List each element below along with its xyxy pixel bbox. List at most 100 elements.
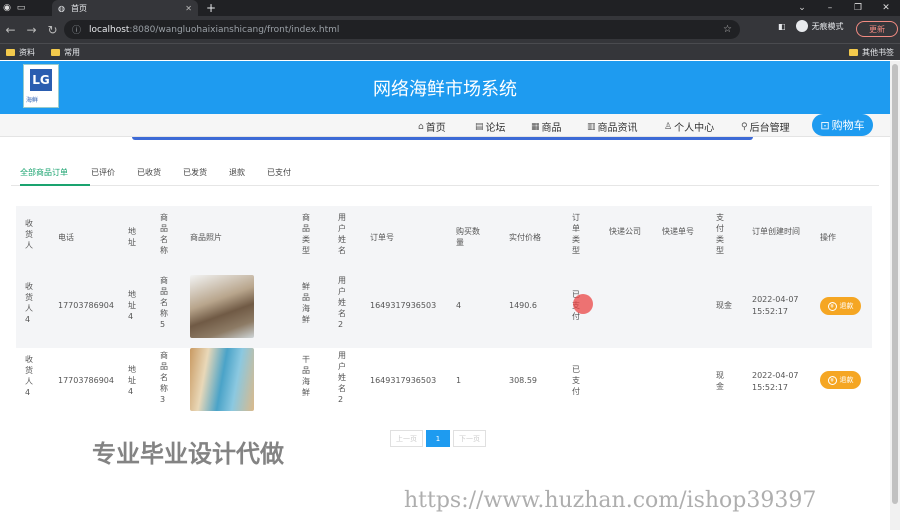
- table-row[interactable]: 收货人4 17703786904 地址4 商品名称3 干品海鲜 用户姓名2 16…: [16, 348, 872, 420]
- scrollbar-thumb[interactable]: [892, 64, 898, 504]
- cell-receiver: 收货人4: [25, 282, 33, 324]
- home-icon: ⌂: [418, 121, 424, 132]
- refund-button[interactable]: ¥ 退款: [820, 297, 861, 315]
- refund-icon: ¥: [827, 301, 837, 311]
- close-window-icon[interactable]: ✕: [872, 0, 900, 16]
- cell-created-time: 15:52:17: [752, 307, 788, 316]
- table-header-row: 收货人 电话 地址 商品名称 商品照片 商品类型 用户姓名 订单号 购买数量 实…: [16, 206, 872, 269]
- cart-button[interactable]: ⊡ 购物车: [812, 114, 873, 136]
- col-header: 订单创建时间: [752, 227, 800, 236]
- nav-home[interactable]: ⌂ 首页: [418, 119, 446, 135]
- cart-label: 购物车: [831, 119, 865, 132]
- tab-shipped[interactable]: 已发货: [183, 167, 207, 178]
- bookmark-folder-1[interactable]: 资料: [6, 47, 35, 58]
- tab-all-orders[interactable]: 全部商品订单: [20, 167, 68, 178]
- nav-admin[interactable]: ⚲ 后台管理: [741, 119, 790, 135]
- cell-qty: 1: [456, 376, 462, 385]
- refund-button[interactable]: ¥ 退款: [820, 371, 861, 389]
- table-row[interactable]: 收货人4 17703786904 地址4 商品名称5 鲜品海鲜 用户姓名2 16…: [16, 269, 872, 348]
- globe-icon: ◍: [58, 3, 65, 13]
- nav-label: 后台管理: [749, 123, 790, 134]
- mouse-cursor-highlight: [573, 294, 593, 314]
- cell-pay-type: 现金: [716, 301, 732, 310]
- tab-paid[interactable]: 已支付: [267, 167, 291, 178]
- cart-icon: ⊡: [820, 118, 830, 132]
- bookmark-label: 常用: [64, 47, 80, 57]
- cell-qty: 4: [456, 301, 462, 310]
- order-tabs: 全部商品订单 已评价 已收货 已发货 退款 已支付: [11, 163, 879, 186]
- folder-icon: [6, 48, 15, 56]
- tab-received[interactable]: 已收货: [137, 167, 161, 178]
- col-header: 操作: [820, 233, 836, 242]
- cell-type: 干品海鲜: [302, 355, 310, 397]
- col-header: 电话: [58, 233, 74, 242]
- reload-icon[interactable]: ↻: [42, 23, 63, 37]
- col-header: 用户姓名: [338, 213, 346, 255]
- col-header: 订单类型: [572, 213, 580, 255]
- col-header: 实付价格: [509, 233, 541, 242]
- browser-menu-icon[interactable]: ◉: [0, 0, 14, 16]
- cell-user: 用户姓名2: [338, 276, 346, 329]
- cell-type: 鲜品海鲜: [302, 282, 310, 324]
- tab-title: 首页: [70, 3, 87, 13]
- nav-forum[interactable]: ▤ 论坛: [475, 119, 506, 135]
- update-button[interactable]: 更新: [856, 21, 898, 37]
- col-header: 商品类型: [302, 213, 310, 255]
- nav-label: 个人中心: [674, 123, 715, 134]
- address-bar-row: ← → ↻ ⓘ localhost:8080/wangluohaixianshi…: [0, 16, 900, 43]
- other-bookmarks[interactable]: 其他书签: [849, 47, 894, 58]
- nav-products[interactable]: ▦ 商品: [531, 119, 562, 135]
- new-tab-icon[interactable]: +: [206, 0, 216, 16]
- nav-label: 首页: [425, 123, 446, 134]
- prev-page-button[interactable]: 上一页: [390, 430, 423, 447]
- incognito-label: 无痕模式: [811, 21, 844, 31]
- incognito-indicator[interactable]: 无痕模式: [795, 20, 844, 32]
- tab-search-icon[interactable]: ⌄: [788, 0, 816, 16]
- site-info-icon[interactable]: ⓘ: [72, 23, 81, 36]
- bookmark-star-icon[interactable]: ☆: [723, 24, 732, 35]
- nav-news[interactable]: ▥ 商品资讯: [587, 119, 638, 135]
- pagination: 上一页 1 下一页: [390, 430, 489, 447]
- col-header: 地址: [128, 227, 136, 247]
- cell-order-no: 1649317936503: [370, 301, 437, 310]
- col-header: 快递公司: [609, 227, 641, 236]
- bookmark-label: 资料: [19, 47, 35, 57]
- refund-label: 退款: [839, 376, 854, 384]
- cell-product: 商品名称5: [160, 276, 168, 329]
- col-header: 商品名称: [160, 213, 168, 255]
- page-number-button[interactable]: 1: [426, 430, 450, 447]
- url-field[interactable]: ⓘ localhost:8080/wangluohaixianshicang/f…: [64, 20, 740, 39]
- product-photo[interactable]: [190, 348, 254, 411]
- bookmark-folder-2[interactable]: 常用: [51, 47, 80, 58]
- toolbar-right: ◧ 无痕模式: [778, 20, 844, 32]
- minimize-icon[interactable]: –: [816, 0, 844, 16]
- window-controls: ⌄ – ❐ ✕: [788, 0, 900, 16]
- product-photo[interactable]: [190, 275, 254, 338]
- nav-label: 商品: [541, 123, 562, 134]
- tab-reviewed[interactable]: 已评价: [91, 167, 115, 178]
- url-watermark: https://www.huzhan.com/ishop39397: [404, 488, 817, 513]
- grid-icon: ▦: [531, 121, 540, 132]
- col-header: 订单号: [370, 233, 394, 242]
- close-tab-icon[interactable]: ✕: [185, 4, 192, 13]
- restore-icon[interactable]: ❐: [844, 0, 872, 16]
- cell-created-time: 15:52:17: [752, 383, 788, 392]
- nav-user-center[interactable]: ♙ 个人中心: [664, 119, 715, 135]
- link-icon: ⚲: [741, 121, 748, 132]
- tab-list-icon[interactable]: ▭: [14, 0, 28, 16]
- next-page-button[interactable]: 下一页: [453, 430, 486, 447]
- side-panel-icon[interactable]: ◧: [778, 22, 786, 31]
- cell-product: 商品名称3: [160, 351, 168, 404]
- bookmarks-bar: 资料 常用 其他书签: [0, 43, 900, 60]
- folder-icon: [51, 48, 60, 56]
- cell-price: 1490.6: [509, 301, 537, 310]
- forward-icon[interactable]: →: [21, 23, 42, 37]
- ad-watermark: 专业毕业设计代做: [92, 440, 284, 468]
- url-host: localhost: [89, 24, 130, 35]
- browser-tab[interactable]: ◍ 首页 ✕: [52, 0, 198, 16]
- back-icon[interactable]: ←: [0, 23, 21, 37]
- tab-refund[interactable]: 退款: [229, 167, 245, 178]
- cell-user: 用户姓名2: [338, 351, 346, 404]
- forum-icon: ▤: [475, 121, 484, 132]
- user-icon: ♙: [664, 121, 673, 132]
